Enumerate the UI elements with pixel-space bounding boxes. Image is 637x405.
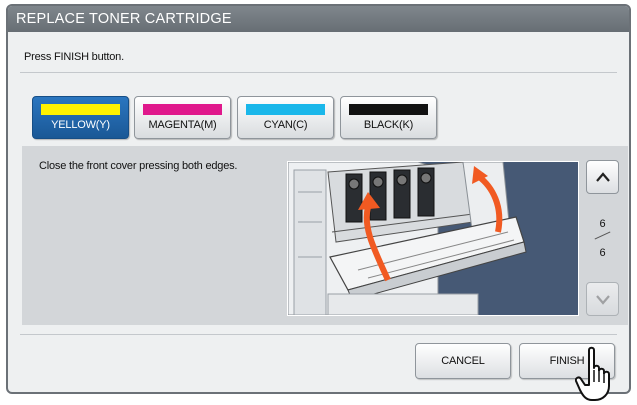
step-description: Close the front cover pressing both edge… (39, 160, 238, 172)
tab-cyan[interactable]: CYAN(C) (237, 96, 334, 139)
scroll-up-button[interactable] (586, 160, 619, 194)
instruction-text: Press FINISH button. (24, 51, 124, 63)
printer-illustration (287, 161, 579, 316)
scroll-down-button[interactable] (586, 282, 619, 316)
yellow-swatch (41, 104, 120, 115)
chevron-up-icon (596, 172, 610, 182)
tab-yellow[interactable]: YELLOW(Y) (32, 96, 129, 139)
tab-black[interactable]: BLACK(K) (340, 96, 437, 139)
page-current: 6 (599, 218, 606, 230)
page-separator (594, 231, 611, 240)
chevron-down-icon (596, 295, 610, 305)
cyan-swatch (246, 104, 325, 115)
tab-cyan-label: CYAN(C) (263, 119, 308, 131)
tab-magenta-label: MAGENTA(M) (148, 119, 217, 131)
tab-yellow-label: YELLOW(Y) (51, 119, 110, 131)
divider-top (20, 72, 617, 73)
divider-bottom (20, 334, 617, 335)
page-total: 6 (599, 247, 606, 259)
pointing-hand-icon (575, 346, 610, 401)
magenta-swatch (143, 104, 222, 115)
step-panel: Close the front cover pressing both edge… (22, 146, 628, 325)
black-swatch (349, 104, 428, 115)
cancel-button[interactable]: CANCEL (415, 343, 511, 379)
tab-magenta[interactable]: MAGENTA(M) (134, 96, 231, 139)
window-title: REPLACE TONER CARTRIDGE (8, 6, 629, 32)
dialog-window: REPLACE TONER CARTRIDGE Press FINISH but… (6, 4, 631, 394)
tab-black-label: BLACK(K) (363, 119, 414, 131)
